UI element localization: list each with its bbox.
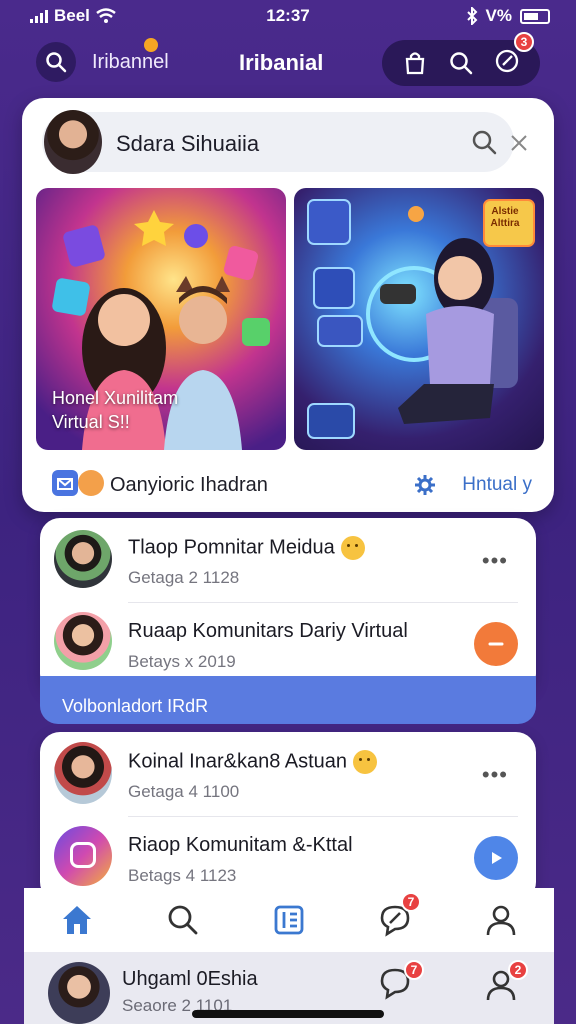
search-icon[interactable] <box>448 50 474 76</box>
close-icon[interactable] <box>508 132 530 154</box>
chat-badge: 7 <box>401 892 421 912</box>
list-item[interactable]: Tlaop Pomnitar Meidua Getaga 2 1128 ••• <box>40 518 536 602</box>
group-list-1: Tlaop Pomnitar Meidua Getaga 2 1128 ••• … <box>40 518 536 694</box>
notification-badge: 3 <box>514 31 534 52</box>
account-profile-button[interactable]: 2 <box>484 960 528 1008</box>
shopping-bag-icon[interactable] <box>402 50 428 76</box>
app-icon-orange <box>78 470 104 496</box>
home-icon <box>63 906 91 934</box>
avatar[interactable] <box>48 962 110 1024</box>
tile-caption-line1: Honel Xunilitam <box>52 388 179 408</box>
avatar <box>54 612 112 670</box>
nav-home[interactable] <box>47 890 107 950</box>
battery-icon <box>520 8 550 24</box>
battery-percent: V% <box>485 6 512 25</box>
compose-icon <box>495 49 519 72</box>
action-button[interactable] <box>474 622 518 666</box>
nav-profile[interactable] <box>471 890 531 950</box>
search-icon <box>46 52 67 73</box>
account-chat-button[interactable]: 7 <box>378 960 424 1006</box>
list-item[interactable]: Ruaap Komunitars Dariy Virtual Betays x … <box>40 602 536 686</box>
app-header: Iribannel Iribanial 3 <box>24 31 552 90</box>
header-search-button[interactable] <box>36 42 76 82</box>
more-options-icon[interactable]: ••• <box>482 762 508 788</box>
tile-caption-line2: Virtual S!! <box>52 412 130 432</box>
group-list-2: Koinal Inar&kan8 Astuan Getaga 4 1100 ••… <box>40 732 536 902</box>
nav-chat[interactable]: 7 <box>365 890 425 950</box>
featured-footer-link[interactable]: Hntual y <box>462 474 532 496</box>
list-item-title: Koinal Inar&kan8 Astuan <box>128 750 378 774</box>
list-item[interactable]: Koinal Inar&kan8 Astuan Getaga 4 1100 ••… <box>40 732 536 816</box>
avatar <box>44 110 102 174</box>
app-icon-blue <box>52 470 78 496</box>
smile-emoji-icon <box>340 536 365 560</box>
search-input[interactable]: Sdara Sihuaiia <box>116 131 259 157</box>
status-right: V% <box>466 6 550 26</box>
chat-badge: 7 <box>404 960 424 980</box>
profile-badge: 2 <box>508 960 528 980</box>
smile-emoji-icon <box>353 750 378 774</box>
search-icon[interactable] <box>470 128 498 156</box>
list-item-subtitle: Getaga 4 1100 <box>128 782 240 801</box>
search-icon <box>168 905 198 935</box>
home-indicator[interactable] <box>192 1010 384 1018</box>
more-options-icon[interactable]: ••• <box>482 548 508 574</box>
list-item-title: Riaop Komunitam &-Kttal <box>128 834 353 856</box>
play-button[interactable] <box>474 836 518 880</box>
featured-tile-2[interactable]: Alstie Alttira <box>294 188 544 450</box>
nav-feed[interactable] <box>259 890 319 950</box>
featured-footer-label: Oanyioric Ihadran <box>110 474 268 496</box>
play-icon <box>492 852 502 864</box>
avatar <box>54 742 112 804</box>
page-title: Iribanial <box>239 50 324 75</box>
gear-icon[interactable] <box>414 474 436 496</box>
nav-search[interactable] <box>153 890 213 950</box>
brand-label: Iribannel <box>92 51 169 73</box>
featured-tile-1[interactable]: Honel Xunilitam Virtual S!! <box>36 188 286 450</box>
minus-icon <box>488 642 504 646</box>
brand-indicator-icon <box>144 38 158 52</box>
feed-icon <box>274 905 304 935</box>
list-item-subtitle: Betays x 2019 <box>128 652 236 671</box>
list-item-subtitle: Getaga 2 1128 <box>128 568 240 587</box>
list-item-title: Ruaap Komunitars Dariy Virtual <box>128 620 408 642</box>
list-item-subtitle: Betags 4 1123 <box>128 866 237 885</box>
profile-icon <box>486 905 516 936</box>
list-item-title: Tlaop Pomnitar Meidua <box>128 536 365 560</box>
bluetooth-icon <box>466 7 477 25</box>
strip-label: Volbonladort IRdR <box>62 696 209 716</box>
search-bar[interactable]: Sdara Sihuaiia <box>42 110 514 174</box>
featured-footer: Oanyioric Ihadran Hntual y <box>52 468 532 500</box>
group-footer-strip[interactable]: Volbonladort IRdR <box>40 676 536 724</box>
tile-illustration <box>52 210 270 450</box>
bottom-nav: 7 <box>24 888 554 952</box>
compose-button[interactable]: 3 <box>494 31 534 79</box>
status-bar: Beel 12:37 V% <box>0 0 576 32</box>
avatar <box>54 530 112 588</box>
tile-sign: Alstie Alttira <box>490 206 520 229</box>
header-action-group: 3 <box>382 31 540 86</box>
account-name: Uhgaml 0Eshia <box>122 968 258 990</box>
featured-card: Sdara Sihuaiia Honel Xunilitam Virtual S… <box>22 98 554 512</box>
avatar <box>54 826 112 886</box>
